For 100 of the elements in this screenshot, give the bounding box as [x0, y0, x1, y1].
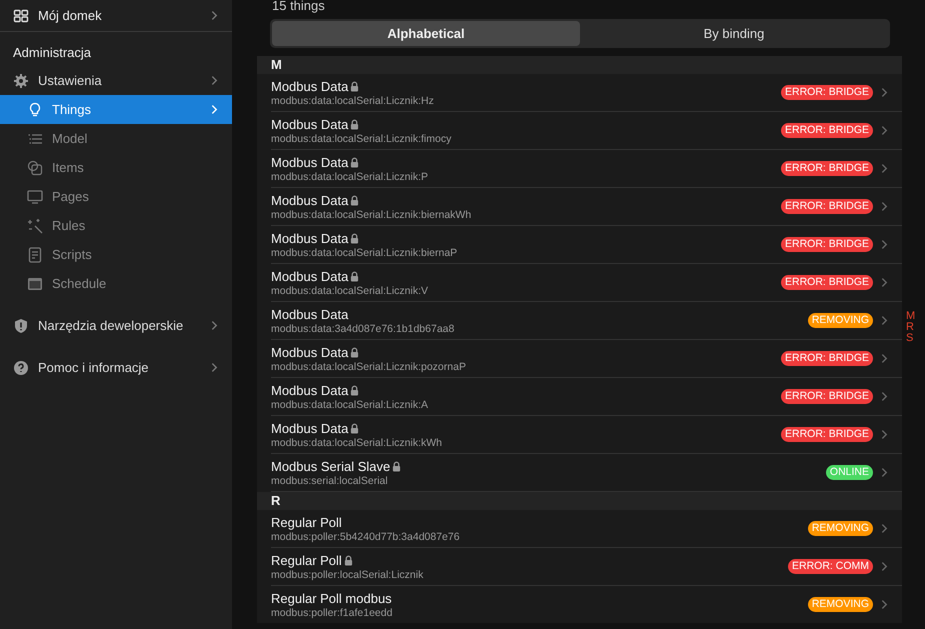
status-badge: ERROR: BRIDGE — [780, 85, 873, 100]
chevron-icon — [881, 599, 888, 610]
sidebar-item[interactable]: Schedule — [0, 269, 232, 298]
thing-count: 15 things — [271, 0, 326, 14]
thing-name: Modbus Data — [271, 420, 348, 436]
thing-name: Modbus Data — [271, 230, 348, 246]
status-badge: ERROR: COMM — [788, 559, 873, 574]
chevron-icon — [881, 239, 888, 250]
chevron-icon — [881, 391, 888, 402]
sidebar-item[interactable]: Rules — [0, 211, 232, 240]
thing-uid: modbus:data:localSerial:Licznik:biernaP — [271, 246, 458, 258]
chevron-icon — [881, 87, 888, 98]
thing-uid: modbus:data:localSerial:Licznik:Hz — [271, 94, 435, 106]
chevron-icon — [881, 201, 888, 212]
thing-row[interactable]: Modbus Data modbus:data:localSerial:Licznik:Hz ERROR: BRIDGE — [271, 74, 902, 112]
sidebar-item[interactable]: Items — [0, 153, 232, 182]
chevron-icon — [211, 320, 218, 331]
status-badge: ERROR: BRIDGE — [780, 123, 873, 138]
thing-row[interactable]: Modbus Data modbus:data:localSerial:Licznik:P ERROR: BRIDGE — [271, 150, 902, 188]
chevron-icon — [881, 467, 888, 478]
thing-uid: modbus:data:localSerial:Licznik:P — [271, 170, 429, 182]
chevron-icon — [881, 125, 888, 136]
status-badge: ERROR: BRIDGE — [780, 351, 873, 366]
items-icon — [27, 160, 43, 176]
thing-row[interactable]: Modbus Data modbus:data:localSerial:Licznik:biernaP ERROR: BRIDGE — [271, 226, 902, 264]
thing-name: Modbus Data — [271, 306, 348, 322]
thing-row[interactable]: Regular Poll modbus modbus:poller:f1afe1eedd REMOVING — [271, 586, 902, 623]
chevron-icon — [211, 362, 218, 373]
help-icon — [13, 360, 29, 376]
status-badge: ERROR: BRIDGE — [780, 161, 873, 176]
calendar-icon — [27, 276, 43, 292]
status-badge: ERROR: BRIDGE — [780, 427, 873, 442]
cut-off-text: S — [906, 333, 914, 344]
sidebar-item[interactable]: Model — [0, 124, 232, 153]
status-badge: ERROR: BRIDGE — [780, 237, 873, 252]
thing-name: Regular Poll modbus — [271, 590, 392, 606]
grid-icon — [13, 8, 29, 24]
thing-row[interactable]: Modbus Data modbus:data:localSerial:Licznik:pozornaP ERROR: BRIDGE — [271, 340, 902, 378]
thing-row[interactable]: Regular Poll modbus:poller:localSerial:Licznik ERROR: COMM — [271, 548, 902, 586]
thing-row[interactable]: Modbus Data modbus:data:localSerial:Licznik:A ERROR: BRIDGE — [271, 378, 902, 416]
status-badge: REMOVING — [808, 521, 873, 536]
status-badge: ONLINE — [826, 465, 873, 480]
chevron-icon — [881, 523, 888, 534]
sidebar-item[interactable]: Ustawienia — [0, 66, 232, 95]
thing-uid: modbus:data:localSerial:Licznik:pozornaP — [271, 360, 467, 372]
thing-name: Modbus Data — [271, 154, 348, 170]
status-badge: ERROR: BRIDGE — [780, 199, 873, 214]
chevron-icon — [211, 104, 218, 115]
thing-uid: modbus:serial:localSerial — [271, 474, 389, 486]
chevron-icon — [211, 10, 218, 21]
status-badge: ERROR: BRIDGE — [780, 275, 873, 290]
thing-name: Regular Poll — [271, 514, 342, 530]
status-badge: ERROR: BRIDGE — [780, 389, 873, 404]
section-title: Administracja — [12, 44, 92, 62]
thing-row[interactable]: Modbus Data modbus:data:3a4d087e76:1b1db67aa8 REMOVING — [271, 302, 902, 340]
thing-uid: modbus:data:localSerial:Licznik:biernakWh — [271, 208, 472, 220]
thing-uid: modbus:data:localSerial:Licznik:fimocy — [271, 132, 452, 144]
thing-row[interactable]: Regular Poll modbus:poller:5b4240d77b:3a4d087e76 REMOVING — [271, 510, 902, 548]
thing-name: Modbus Data — [271, 344, 348, 360]
thing-uid: modbus:data:localSerial:Licznik:kWh — [271, 436, 443, 448]
thing-name: Modbus Data — [271, 382, 348, 398]
cut-off-text: R — [906, 322, 914, 333]
wand-icon — [27, 218, 43, 234]
gear-icon — [13, 72, 29, 88]
sidebar-item[interactable]: Mój domek — [0, 0, 232, 32]
chevron-icon — [881, 163, 888, 174]
chevron-icon — [881, 277, 888, 288]
monitor-icon — [27, 188, 43, 204]
cut-off-text: M — [906, 311, 916, 322]
thing-uid: modbus:poller:5b4240d77b:3a4d087e76 — [271, 530, 461, 542]
bulb-icon — [27, 102, 43, 118]
group-header: R — [257, 492, 902, 510]
sort-tab[interactable]: Alphabetical — [272, 21, 580, 46]
thing-name: Modbus Data — [271, 116, 348, 132]
chevron-icon — [881, 353, 888, 364]
thing-name: Regular Poll — [271, 552, 342, 568]
thing-uid: modbus:poller:localSerial:Licznik — [271, 568, 424, 580]
chevron-icon — [881, 315, 888, 326]
thing-row[interactable]: Modbus Data modbus:data:localSerial:Licznik:fimocy ERROR: BRIDGE — [271, 112, 902, 150]
group-header: M — [257, 56, 902, 74]
thing-name: Modbus Data — [271, 78, 348, 94]
doc-icon — [27, 246, 43, 262]
status-badge: REMOVING — [808, 597, 873, 612]
sort-tab[interactable]: By binding — [580, 21, 888, 46]
sidebar-item[interactable]: Pomoc i informacje — [0, 353, 232, 382]
chevron-icon — [211, 75, 218, 86]
shield-icon — [13, 318, 29, 334]
thing-uid: modbus:poller:f1afe1eedd — [271, 606, 394, 618]
sidebar-item[interactable]: Things — [0, 95, 232, 124]
thing-uid: modbus:data:localSerial:Licznik:V — [271, 284, 429, 296]
thing-row[interactable]: Modbus Data modbus:data:localSerial:Licznik:biernakWh ERROR: BRIDGE — [271, 188, 902, 226]
chevron-icon — [881, 561, 888, 572]
thing-uid: modbus:data:3a4d087e76:1b1db67aa8 — [271, 322, 456, 334]
sidebar-item[interactable]: Pages — [0, 182, 232, 211]
thing-row[interactable]: Modbus Data modbus:data:localSerial:Licznik:kWh ERROR: BRIDGE — [271, 416, 902, 454]
status-badge: REMOVING — [808, 313, 873, 328]
sidebar-item[interactable]: Scripts — [0, 240, 232, 269]
thing-row[interactable]: Modbus Data modbus:data:localSerial:Licznik:V ERROR: BRIDGE — [271, 264, 902, 302]
sidebar-item[interactable]: Narzędzia deweloperskie — [0, 311, 232, 340]
thing-uid: modbus:data:localSerial:Licznik:A — [271, 398, 429, 410]
